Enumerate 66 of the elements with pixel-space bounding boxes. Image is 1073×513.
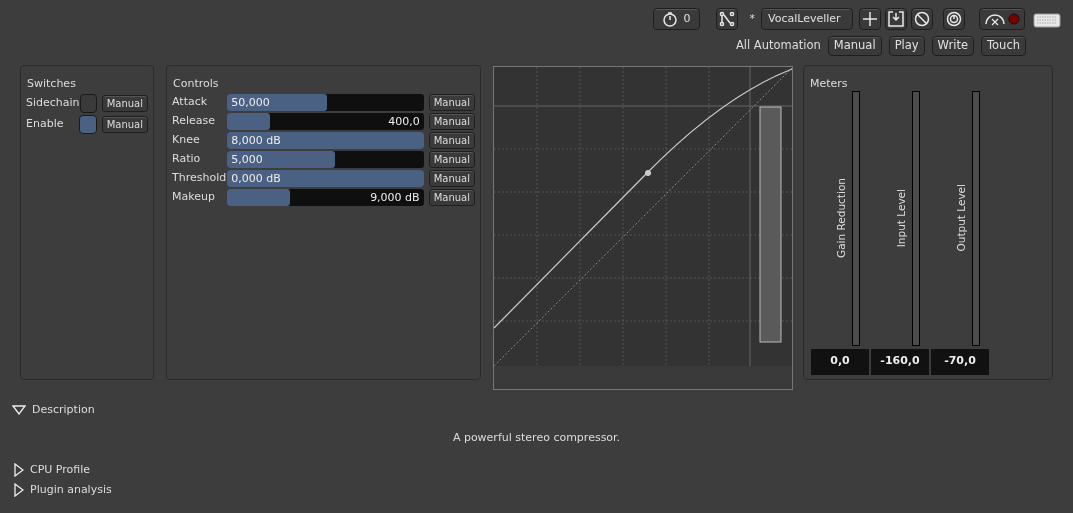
meter-reading: -160,0	[871, 348, 929, 375]
timer-button[interactable]: 0	[652, 8, 700, 30]
slider-track[interactable]: 50,000	[227, 93, 424, 111]
automation-button[interactable]: Play	[888, 36, 925, 56]
plus-icon	[862, 11, 878, 27]
meter-reading: 0,0	[811, 348, 869, 375]
slider-track[interactable]: 0,000 dB	[227, 169, 424, 187]
section-title[interactable]: CPU Profile	[30, 461, 91, 479]
slider-track[interactable]: 5,000	[227, 150, 424, 168]
manual-button[interactable]: Manual	[101, 94, 148, 112]
meter-label: Input Level	[894, 188, 909, 248]
save-button[interactable]	[885, 8, 907, 30]
automation-button[interactable]: Touch	[981, 36, 1026, 56]
slider-track[interactable]: 9,000 dB	[227, 188, 424, 206]
switch-label: Enable	[26, 115, 65, 132]
switch-label: Sidechain	[26, 94, 80, 111]
meter-label: Gain Reduction	[834, 178, 849, 258]
meter-record-button[interactable]	[979, 8, 1025, 30]
slider-value: 0,000 dB	[230, 170, 282, 187]
manual-button[interactable]: Manual	[428, 188, 475, 206]
prohibited-icon	[914, 11, 930, 27]
gauge-icon	[984, 12, 1006, 26]
slider-track[interactable]: 400,0	[227, 112, 424, 130]
manual-button[interactable]: Manual	[428, 112, 475, 130]
meter-label: Output Level	[954, 184, 969, 252]
manual-button[interactable]: Manual	[428, 93, 475, 111]
manual-button[interactable]: Manual	[428, 150, 475, 168]
description-text: A powerful stereo compressor.	[452, 431, 621, 444]
power-icon	[946, 11, 962, 27]
automation-label: All Automation	[735, 37, 821, 55]
expand-triangle-icon[interactable]	[14, 483, 24, 497]
checkbox[interactable]	[79, 93, 97, 113]
reset-button[interactable]	[943, 8, 965, 30]
tray-arrow-icon	[888, 11, 904, 27]
slider-value: 8,000 dB	[230, 132, 282, 149]
automation-button[interactable]: Write	[931, 36, 974, 56]
add-button[interactable]	[859, 8, 881, 30]
bypass-button[interactable]	[911, 8, 933, 30]
manual-button[interactable]: Manual	[428, 131, 475, 149]
control-label: Makeup	[172, 188, 216, 205]
slider-value: 400,0	[387, 113, 421, 130]
control-label: Release	[172, 112, 216, 129]
slider-value: 5,000	[230, 151, 264, 168]
control-label: Knee	[172, 131, 201, 148]
manual-button[interactable]: Manual	[101, 115, 148, 133]
expand-triangle-icon[interactable]	[14, 463, 24, 477]
checkbox[interactable]	[79, 114, 97, 134]
routing-button[interactable]	[715, 8, 738, 30]
meter-reading: -70,0	[931, 348, 989, 375]
modified-mark: *	[749, 10, 755, 27]
manual-button[interactable]: Manual	[428, 169, 475, 187]
control-point[interactable]	[645, 170, 651, 176]
automation-button[interactable]: Manual	[827, 36, 882, 56]
section-title[interactable]: Description	[32, 401, 95, 419]
stopwatch-icon	[661, 11, 678, 27]
slider-value: 9,000 dB	[369, 189, 421, 206]
section-title[interactable]: Plugin analysis	[30, 481, 112, 499]
control-label: Threshold	[172, 169, 228, 186]
slider-track[interactable]: 8,000 dB	[227, 131, 424, 149]
collapse-triangle-icon[interactable]	[12, 405, 26, 415]
record-icon	[1008, 13, 1020, 25]
slider-value: 50,000	[230, 94, 271, 111]
routing-icon	[718, 11, 735, 27]
control-label: Ratio	[172, 150, 202, 167]
control-label: Attack	[172, 93, 209, 110]
preset-dropdown[interactable]: VocalLeveller	[761, 8, 853, 30]
